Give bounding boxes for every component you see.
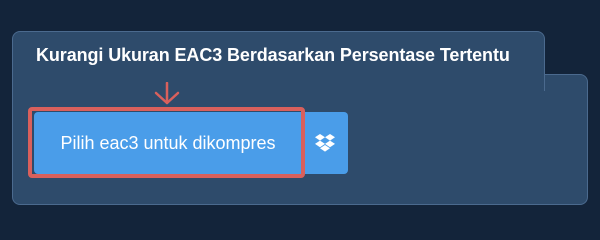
card-title: Kurangi Ukuran EAC3 Berdasarkan Persenta… xyxy=(36,45,510,65)
card-seam xyxy=(13,73,544,77)
dropbox-button[interactable] xyxy=(302,112,348,174)
dropbox-icon xyxy=(315,134,335,152)
select-file-label: Pilih eac3 untuk dikompres xyxy=(60,132,276,153)
down-arrow-icon xyxy=(154,82,180,105)
upload-button-group: Pilih eac3 untuk dikompres xyxy=(34,112,348,174)
select-file-button[interactable]: Pilih eac3 untuk dikompres xyxy=(34,112,302,174)
